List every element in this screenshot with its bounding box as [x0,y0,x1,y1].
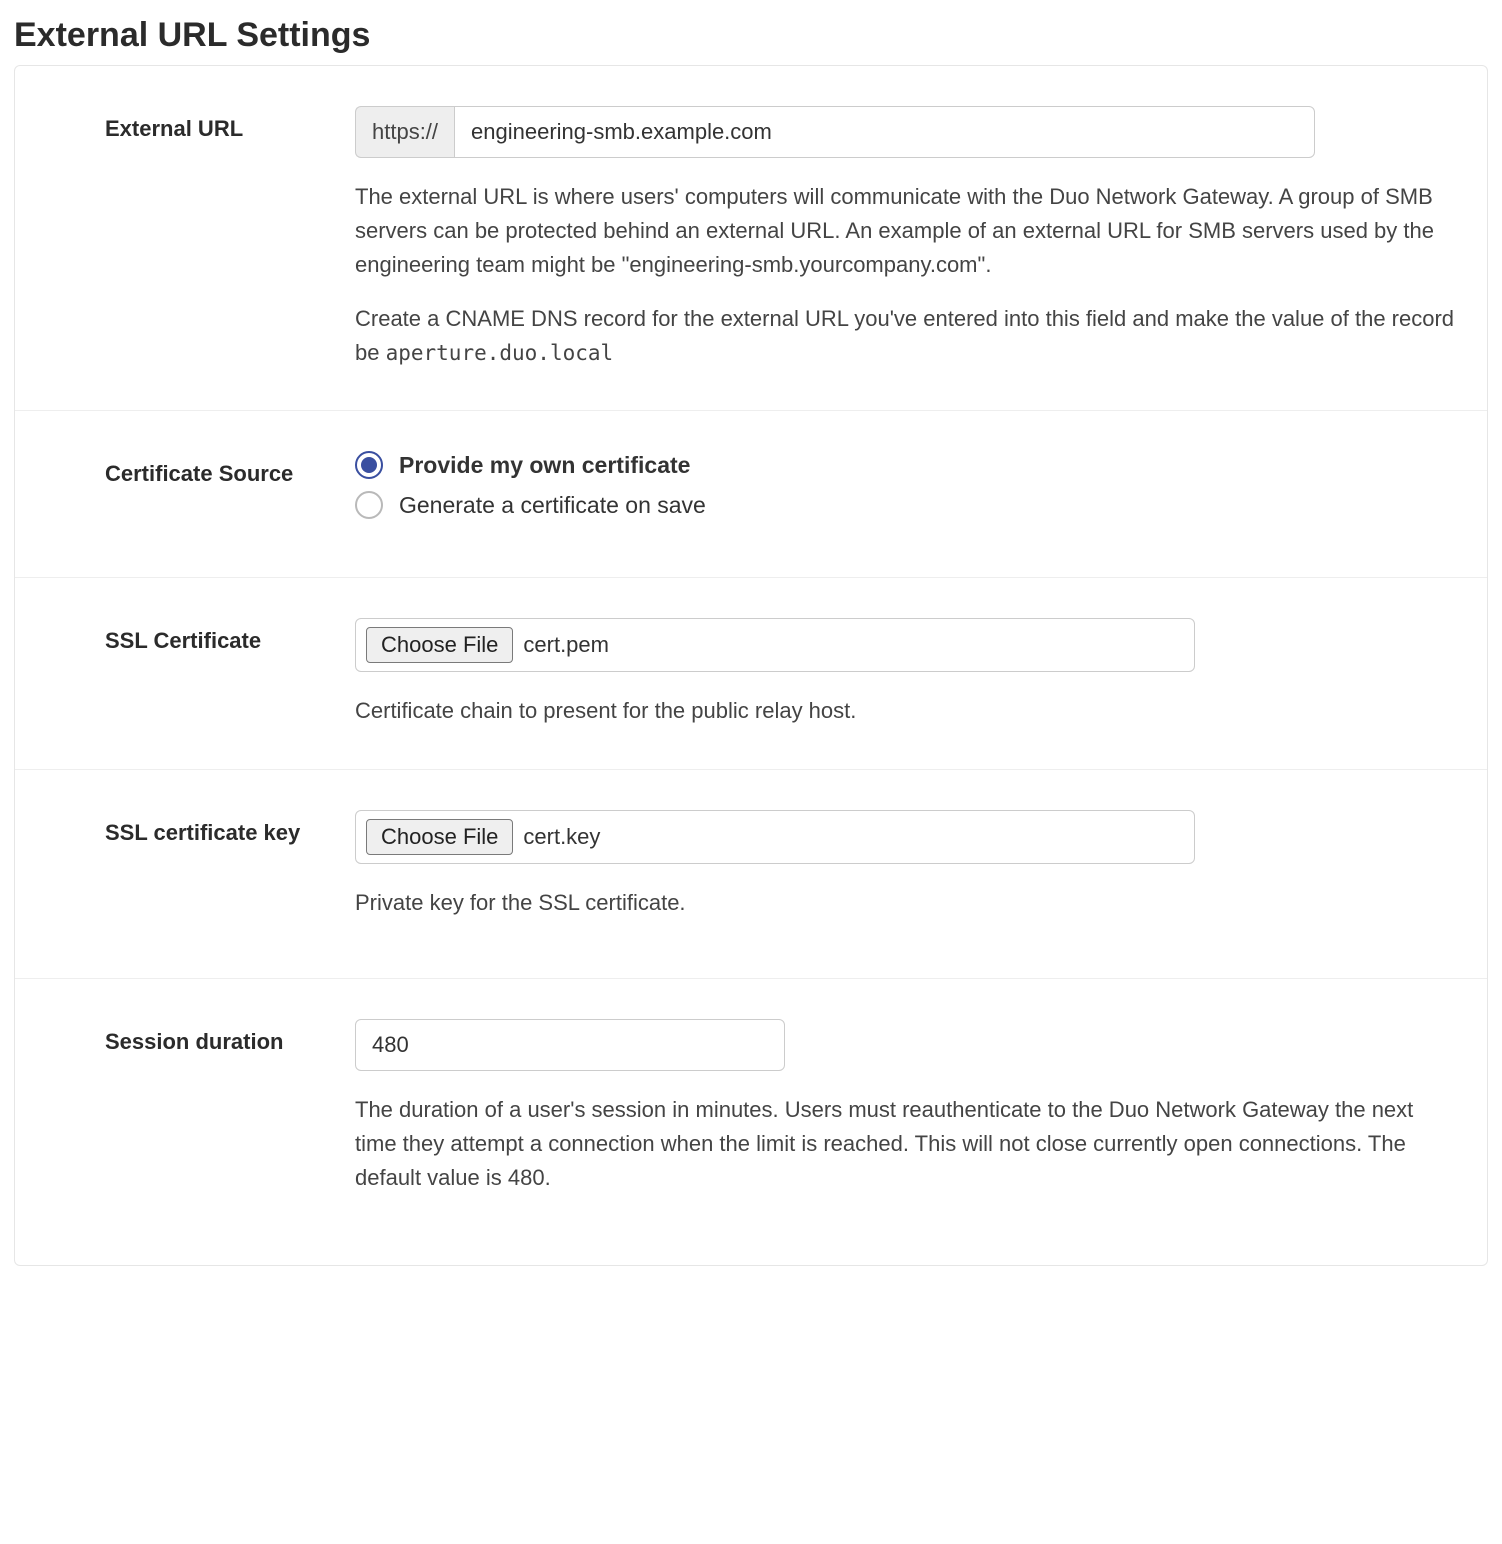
radio-circle-icon [355,491,383,519]
row-external-url: External URL https:// The external URL i… [15,66,1487,411]
ssl-certificate-help: Certificate chain to present for the pub… [355,694,1457,728]
external-url-input-group: https:// [355,106,1315,158]
ssl-certificate-key-file-name: cert.key [523,824,600,850]
row-ssl-certificate-key: SSL certificate key Choose File cert.key… [15,770,1487,979]
ssl-certificate-label: SSL Certificate [105,628,355,654]
session-duration-help: The duration of a user's session in minu… [355,1093,1457,1195]
certificate-source-label: Certificate Source [105,461,355,487]
session-duration-label: Session duration [105,1029,355,1055]
external-url-help-1: The external URL is where users' compute… [355,180,1457,282]
radio-generate-certificate-label: Generate a certificate on save [399,492,706,519]
ssl-certificate-key-choose-file-button[interactable]: Choose File [366,819,513,855]
row-ssl-certificate: SSL Certificate Choose File cert.pem Cer… [15,578,1487,769]
radio-generate-certificate[interactable]: Generate a certificate on save [355,491,1457,519]
radio-provide-own-certificate-label: Provide my own certificate [399,452,690,479]
ssl-certificate-key-help: Private key for the SSL certificate. [355,886,1457,920]
external-url-help-2: Create a CNAME DNS record for the extern… [355,302,1457,370]
ssl-certificate-file-picker[interactable]: Choose File cert.pem [355,618,1195,672]
external-url-prefix: https:// [355,106,454,158]
radio-provide-own-certificate[interactable]: Provide my own certificate [355,451,1457,479]
certificate-source-radio-group: Provide my own certificate Generate a ce… [355,451,1457,519]
radio-circle-icon [355,451,383,479]
page-title: External URL Settings [14,16,1488,55]
session-duration-input[interactable] [355,1019,785,1071]
external-url-cname-value: aperture.duo.local [386,341,614,365]
ssl-certificate-key-file-picker[interactable]: Choose File cert.key [355,810,1195,864]
external-url-label: External URL [105,116,355,142]
ssl-certificate-choose-file-button[interactable]: Choose File [366,627,513,663]
radio-dot-icon [361,457,377,473]
settings-panel: External URL https:// The external URL i… [14,65,1488,1266]
row-session-duration: Session duration The duration of a user'… [15,979,1487,1265]
external-url-input[interactable] [454,106,1315,158]
ssl-certificate-file-name: cert.pem [523,632,609,658]
ssl-certificate-key-label: SSL certificate key [105,820,355,846]
row-certificate-source: Certificate Source Provide my own certif… [15,411,1487,578]
